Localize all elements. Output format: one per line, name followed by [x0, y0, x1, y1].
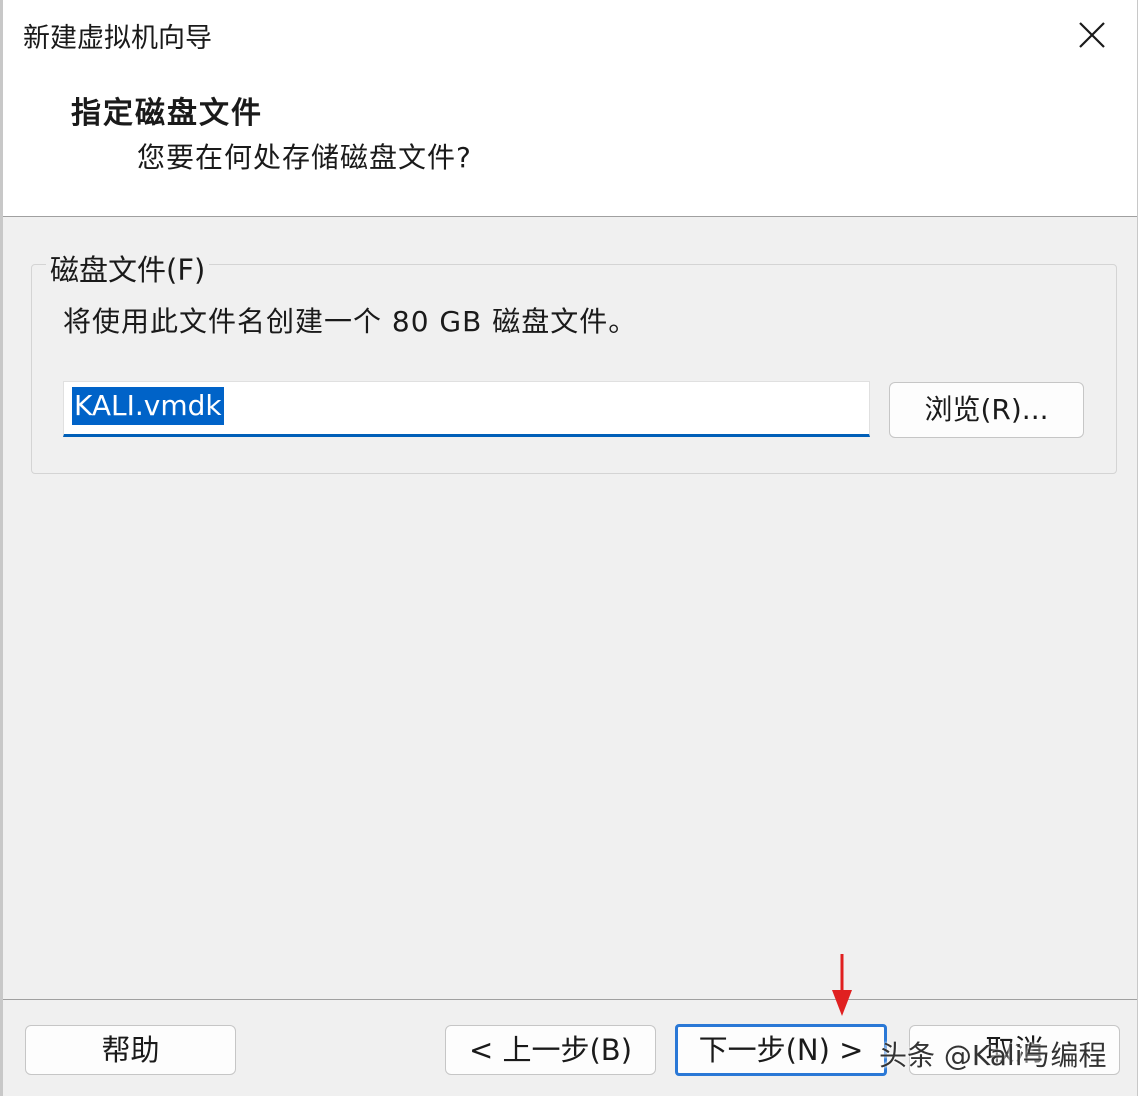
disk-file-name-input[interactable]: KALI.vmdk [63, 381, 870, 437]
footer-separator [3, 999, 1137, 1000]
step-subtitle: 您要在何处存储磁盘文件? [137, 141, 472, 174]
close-icon [1079, 22, 1105, 48]
next-button[interactable]: 下一步(N) > [675, 1024, 887, 1076]
wizard-header: 新建虚拟机向导 指定磁盘文件 您要在何处存储磁盘文件? [3, 0, 1137, 217]
close-button[interactable] [1071, 14, 1113, 56]
step-title: 指定磁盘文件 [71, 96, 263, 131]
browse-button[interactable]: 浏览(R)... [889, 382, 1084, 438]
disk-file-group: 磁盘文件(F) [31, 247, 1117, 474]
annotation-arrow-icon [832, 954, 852, 1016]
back-button[interactable]: < 上一步(B) [445, 1025, 656, 1075]
disk-file-name-selected-text: KALI.vmdk [72, 387, 224, 425]
help-button[interactable]: 帮助 [25, 1025, 236, 1075]
new-vm-wizard-window: 新建虚拟机向导 指定磁盘文件 您要在何处存储磁盘文件? 磁盘文件(F) 将使用此… [0, 0, 1138, 1096]
window-title: 新建虚拟机向导 [23, 23, 212, 54]
disk-file-group-legend: 磁盘文件(F) [46, 247, 210, 289]
disk-file-description: 将使用此文件名创建一个 80 GB 磁盘文件。 [63, 305, 638, 338]
watermark-text: 头条 @Kali与编程 [879, 1039, 1107, 1072]
